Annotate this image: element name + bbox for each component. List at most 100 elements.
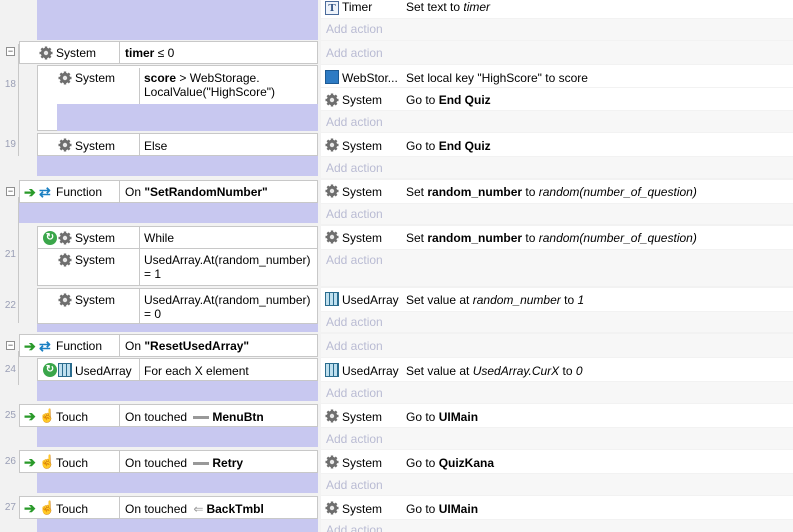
collapse-toggle[interactable]: −	[6, 341, 15, 350]
sprite-thumbnail-icon	[193, 462, 210, 466]
add-action-row[interactable]	[321, 520, 793, 532]
event-block-highlight	[57, 104, 318, 131]
condition-text: On touched ⇐ BackTmbl	[125, 502, 264, 516]
divider	[119, 404, 120, 427]
add-action-row[interactable]	[321, 474, 793, 495]
action-object-name: WebStor...	[342, 71, 398, 85]
action-row[interactable]	[321, 404, 793, 427]
add-action-link[interactable]: Add action	[326, 22, 383, 36]
action-row[interactable]	[321, 88, 793, 110]
add-action-link[interactable]: Add action	[326, 386, 383, 400]
condition-text: For each X element	[144, 364, 249, 378]
action-object-name: System	[342, 456, 383, 470]
add-action-row[interactable]	[321, 204, 793, 224]
system-gear-icon	[39, 46, 53, 60]
add-action-link[interactable]: Add action	[326, 253, 383, 267]
action-object-name: UsedArray	[342, 364, 399, 378]
system-gear-icon	[58, 138, 72, 152]
add-action-link[interactable]: Add action	[326, 523, 383, 532]
add-action-row[interactable]	[321, 111, 793, 132]
divider	[139, 358, 140, 381]
condition-object-name: System	[75, 71, 116, 85]
add-action-link[interactable]: Add action	[326, 115, 383, 129]
action-object-name: System	[342, 410, 383, 424]
event-block-highlight	[19, 203, 318, 223]
condition-object-name: System	[56, 46, 97, 60]
add-action-row[interactable]	[321, 334, 793, 357]
add-action-link[interactable]: Add action	[326, 432, 383, 446]
divider	[119, 334, 120, 357]
action-object-name: Timer	[342, 0, 373, 14]
condition-text: While	[144, 231, 175, 245]
action-text: Go to QuizKana	[406, 456, 495, 470]
add-action-row[interactable]	[321, 19, 793, 40]
line-number: 22	[4, 300, 16, 311]
system-gear-icon	[325, 409, 339, 423]
line-number: 21	[4, 249, 16, 260]
event-block-highlight	[37, 381, 318, 401]
condition-object-name: Function	[56, 185, 103, 199]
action-row[interactable]	[321, 0, 793, 18]
add-action-link[interactable]: Add action	[326, 339, 383, 353]
condition-text: On "SetRandomNumber"	[125, 185, 268, 199]
action-text: Go to End Quiz	[406, 139, 491, 153]
array-icon	[58, 363, 72, 377]
condition-object-name: Touch	[56, 456, 89, 470]
add-action-row[interactable]	[321, 382, 793, 403]
line-number: 26	[4, 456, 16, 467]
condition-object-name: System	[75, 231, 116, 245]
action-text: Go to End Quiz	[406, 93, 491, 107]
add-action-link[interactable]: Add action	[326, 315, 383, 329]
condition-object-name: Touch	[56, 502, 89, 516]
add-action-link[interactable]: Add action	[326, 207, 383, 221]
action-row[interactable]	[321, 450, 793, 473]
touch-hand-icon: ☝	[39, 454, 56, 469]
loop-icon: ↻	[43, 231, 57, 245]
collapse-toggle[interactable]: −	[6, 47, 15, 56]
add-action-row[interactable]	[321, 312, 793, 332]
condition-text: timer ≤ 0	[125, 46, 175, 60]
action-object-name: System	[342, 93, 383, 107]
system-gear-icon	[325, 230, 339, 244]
function-icon: ⇄	[39, 184, 51, 200]
condition-object-name: Function	[56, 339, 103, 353]
event-block-highlight	[37, 519, 318, 532]
line-number: 18	[4, 79, 16, 90]
condition-text: Else	[144, 139, 168, 153]
event-block-highlight	[37, 156, 318, 176]
add-action-link[interactable]: Add action	[326, 161, 383, 175]
action-text: Go to UIMain	[406, 410, 479, 424]
add-action-link[interactable]: Add action	[326, 46, 383, 60]
action-text: Go to UIMain	[406, 502, 479, 516]
add-action-row[interactable]	[321, 428, 793, 449]
condition-object-name: Touch	[56, 410, 89, 424]
condition-text: score > WebStorage. LocalValue("HighScor…	[144, 71, 276, 99]
trigger-arrow-icon: ➔	[24, 454, 36, 470]
event-block-highlight	[37, 473, 318, 493]
action-row[interactable]	[321, 133, 793, 156]
condition-object-name: System	[75, 139, 116, 153]
collapse-toggle[interactable]: −	[6, 187, 15, 196]
add-action-row[interactable]	[321, 157, 793, 178]
system-gear-icon	[58, 253, 72, 267]
system-gear-icon	[325, 184, 339, 198]
condition-object-name: System	[75, 293, 116, 307]
system-gear-icon	[58, 71, 72, 85]
divider	[139, 288, 140, 324]
add-action-row[interactable]	[321, 250, 793, 286]
action-row[interactable]	[321, 496, 793, 519]
action-object-name: System	[342, 139, 383, 153]
action-text: Set random_number to random(number_of_qu…	[406, 185, 697, 199]
condition-text: UsedArray.At(random_number) = 0	[144, 293, 311, 321]
line-number: 19	[4, 139, 16, 150]
divider	[119, 496, 120, 519]
condition-text: UsedArray.At(random_number) = 1	[144, 253, 311, 281]
system-gear-icon	[325, 455, 339, 469]
action-object-name: System	[342, 231, 383, 245]
add-action-link[interactable]: Add action	[326, 478, 383, 492]
divider	[119, 180, 120, 203]
function-icon: ⇄	[39, 338, 51, 354]
add-action-row[interactable]	[321, 41, 793, 64]
condition-text: On touched Retry	[125, 456, 244, 470]
action-object-name: System	[342, 185, 383, 199]
